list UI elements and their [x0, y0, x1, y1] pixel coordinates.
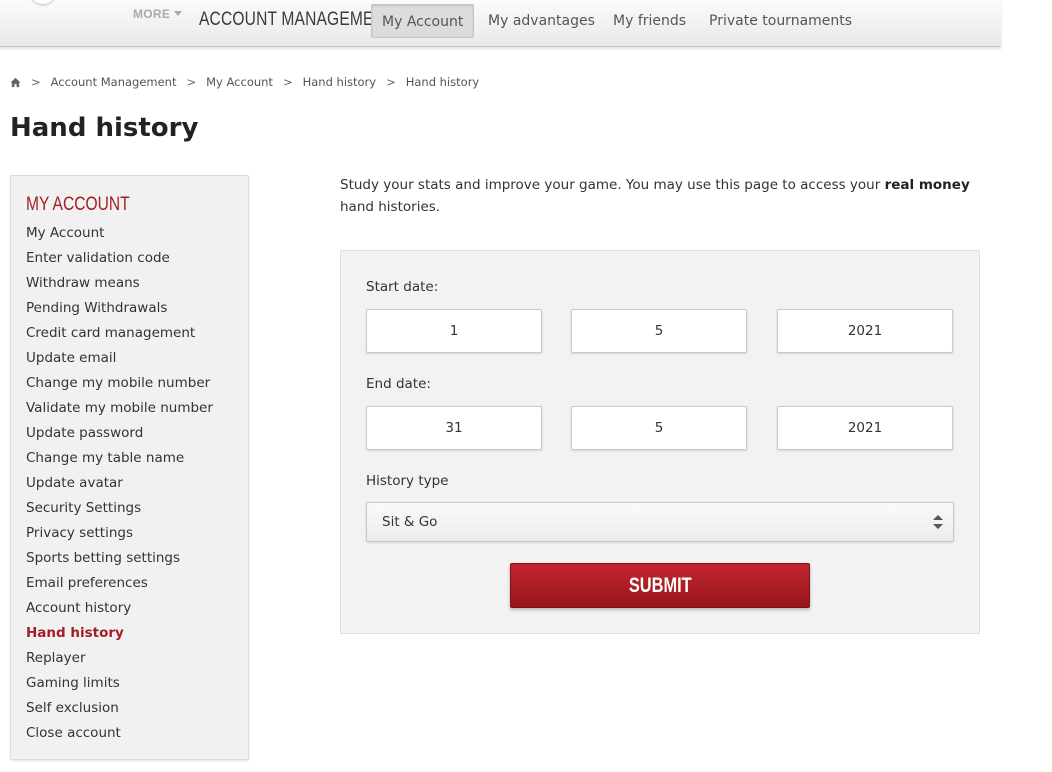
start-day-field[interactable]: 1	[366, 309, 542, 353]
start-month-field[interactable]: 5	[571, 309, 747, 353]
sidebar-item-update-avatar[interactable]: Update avatar	[26, 471, 213, 496]
sidebar-item-enter-validation-code[interactable]: Enter validation code	[26, 246, 213, 271]
sidebar-item-hand-history[interactable]: Hand history	[26, 621, 213, 646]
sidebar-item-email-preferences[interactable]: Email preferences	[26, 571, 213, 596]
submit-button[interactable]: SUBMIT	[510, 563, 810, 608]
breadcrumb-separator: >	[31, 75, 41, 89]
history-type-label: History type	[366, 473, 449, 489]
sidebar-item-credit-card-management[interactable]: Credit card management	[26, 321, 213, 346]
end-date-label: End date:	[366, 376, 431, 392]
breadcrumb-current: Hand history	[405, 75, 480, 89]
tab-my-friends[interactable]: My friends	[603, 4, 696, 38]
sidebar-item-security-settings[interactable]: Security Settings	[26, 496, 213, 521]
submit-label: SUBMIT	[628, 574, 692, 597]
sidebar-item-gaming-limits[interactable]: Gaming limits	[26, 671, 213, 696]
chevron-down-icon	[174, 11, 183, 16]
sidebar-item-update-email[interactable]: Update email	[26, 346, 213, 371]
more-label: MORE	[133, 7, 171, 21]
end-year-field[interactable]: 2021	[777, 406, 953, 450]
sidebar-item-update-password[interactable]: Update password	[26, 421, 213, 446]
end-month-field[interactable]: 5	[571, 406, 747, 450]
history-type-value: Sit & Go	[382, 514, 438, 530]
intro-text-part: hand histories.	[340, 199, 441, 215]
top-nav: MORE ACCOUNT MANAGEMENT My Account My ad…	[0, 0, 1001, 47]
sidebar-title: MY ACCOUNT	[26, 194, 130, 215]
select-arrows-icon	[933, 515, 943, 529]
start-year-field[interactable]: 2021	[777, 309, 953, 353]
breadcrumb-account-management[interactable]: Account Management	[51, 75, 177, 89]
tab-private-tournaments[interactable]: Private tournaments	[699, 4, 862, 38]
sidebar-item-replayer[interactable]: Replayer	[26, 646, 213, 671]
more-menu[interactable]: MORE	[133, 7, 183, 21]
tab-my-advantages[interactable]: My advantages	[478, 4, 605, 38]
breadcrumb-separator: >	[282, 75, 293, 89]
sidebar-item-close-account[interactable]: Close account	[26, 721, 213, 746]
breadcrumb-separator: >	[386, 75, 396, 89]
breadcrumb-hand-history[interactable]: Hand history	[303, 75, 377, 89]
sidebar-item-change-table-name[interactable]: Change my table name	[26, 446, 213, 471]
sidebar-item-privacy-settings[interactable]: Privacy settings	[26, 521, 213, 546]
intro-text: Study your stats and improve your game. …	[340, 174, 980, 218]
sidebar-item-validate-mobile-number[interactable]: Validate my mobile number	[26, 396, 213, 421]
history-type-select[interactable]: Sit & Go	[366, 502, 954, 542]
hand-history-form: Start date: 1 5 2021 End date: 31 5 2021…	[340, 250, 980, 634]
end-day-field[interactable]: 31	[366, 406, 542, 450]
section-title: ACCOUNT MANAGEMENT	[199, 9, 395, 30]
sidebar-item-sports-betting-settings[interactable]: Sports betting settings	[26, 546, 213, 571]
sidebar: MY ACCOUNT My Account Enter validation c…	[10, 175, 249, 760]
home-icon[interactable]	[10, 77, 21, 88]
intro-emphasis: real money	[884, 177, 970, 193]
breadcrumb-my-account[interactable]: My Account	[206, 75, 273, 89]
sidebar-item-self-exclusion[interactable]: Self exclusion	[26, 696, 213, 721]
sidebar-item-account-history[interactable]: Account history	[26, 596, 213, 621]
sidebar-item-my-account[interactable]: My Account	[26, 221, 213, 246]
breadcrumb-separator: >	[186, 75, 197, 89]
start-date-label: Start date:	[366, 279, 439, 295]
sidebar-item-pending-withdrawals[interactable]: Pending Withdrawals	[26, 296, 213, 321]
logo[interactable]	[28, 0, 58, 4]
tab-my-account[interactable]: My Account	[371, 4, 475, 38]
breadcrumb: > Account Management > My Account > Hand…	[10, 75, 479, 89]
intro-text-part: Study your stats and improve your game. …	[340, 177, 885, 193]
page-title: Hand history	[10, 113, 199, 143]
sidebar-item-change-mobile-number[interactable]: Change my mobile number	[26, 371, 213, 396]
sidebar-menu: My Account Enter validation code Withdra…	[26, 221, 213, 746]
sidebar-item-withdraw-means[interactable]: Withdraw means	[26, 271, 213, 296]
